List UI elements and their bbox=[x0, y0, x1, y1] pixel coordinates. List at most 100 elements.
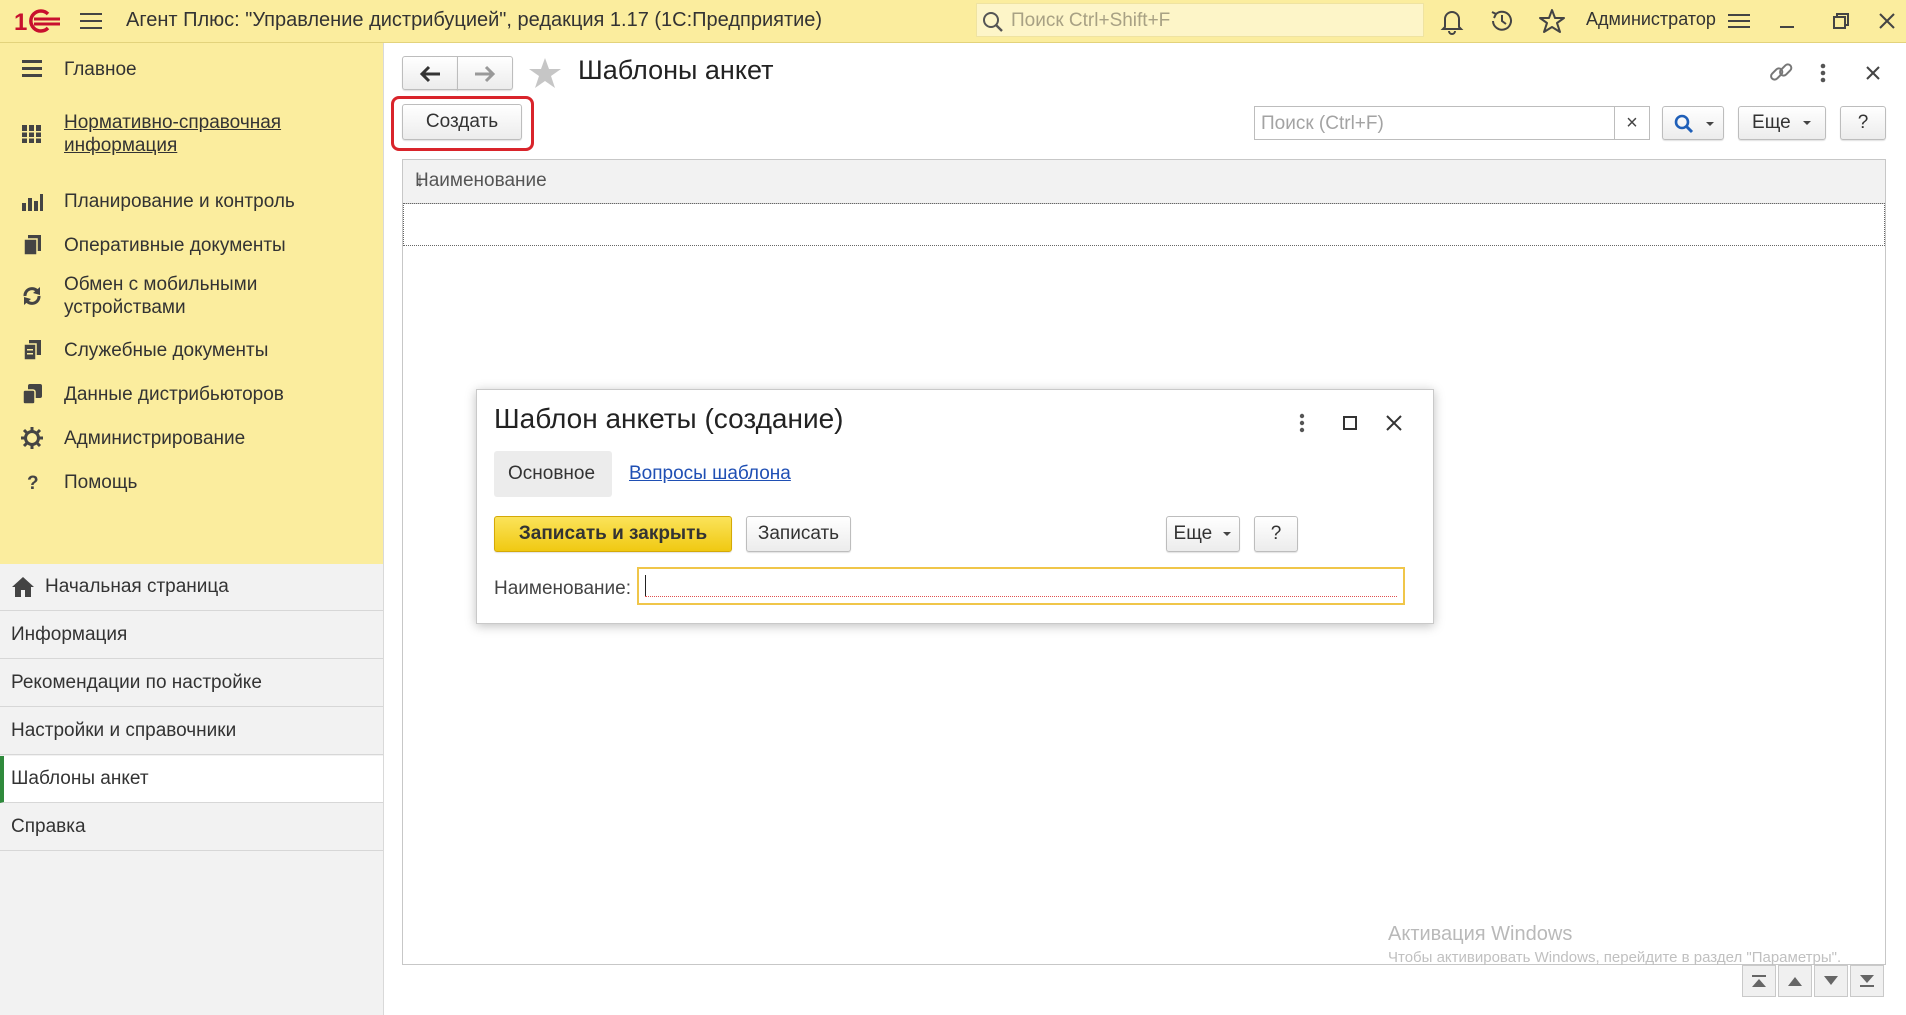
required-underline bbox=[645, 596, 1397, 597]
section-label-line2: информация bbox=[64, 135, 178, 156]
search-options-button[interactable] bbox=[1662, 106, 1724, 140]
tab-main[interactable]: Основное bbox=[494, 451, 612, 497]
home-icon bbox=[12, 577, 34, 597]
scroll-up-button[interactable] bbox=[1778, 965, 1812, 997]
nav-item-label: Начальная страница bbox=[45, 576, 229, 597]
history-icon[interactable] bbox=[1487, 6, 1517, 36]
windows-activation-text: Чтобы активировать Windows, перейдите в … bbox=[1388, 949, 1842, 966]
section-main[interactable]: Главное bbox=[0, 51, 383, 89]
scroll-down-icon bbox=[1824, 976, 1838, 985]
table-header: Наименование ↓ bbox=[403, 160, 1885, 204]
dropdown-arrow-icon bbox=[1706, 122, 1714, 126]
nav-item-label: Информация bbox=[11, 624, 128, 645]
section-distributor-data[interactable]: Данные дистрибьюторов bbox=[0, 376, 383, 414]
section-reference-info[interactable]: Нормативно-справочная информация bbox=[0, 109, 383, 159]
distributor-data-icon bbox=[22, 384, 42, 405]
link-icon[interactable] bbox=[1766, 58, 1796, 88]
minimize-icon[interactable] bbox=[1772, 6, 1802, 36]
dialog-more-icon[interactable] bbox=[1295, 410, 1309, 436]
dialog-close-icon[interactable] bbox=[1381, 410, 1407, 436]
nav-item-label: Справка bbox=[11, 816, 86, 837]
scroll-top-icon bbox=[1752, 975, 1766, 987]
section-label: Администрирование bbox=[64, 428, 246, 449]
service-docs-icon bbox=[23, 340, 41, 361]
dialog-more-button[interactable]: Еще bbox=[1166, 516, 1240, 552]
main-menu-icon[interactable] bbox=[78, 10, 104, 32]
save-button[interactable]: Записать bbox=[746, 516, 851, 552]
create-button[interactable]: Создать bbox=[402, 104, 522, 140]
nav-item-label: Рекомендации по настройке bbox=[11, 672, 262, 693]
tab-template-questions[interactable]: Вопросы шаблона bbox=[629, 463, 791, 485]
nav-item-settings-catalogs[interactable]: Настройки и справочники bbox=[0, 708, 383, 755]
dropdown-arrow-icon bbox=[1802, 120, 1811, 125]
gear-icon bbox=[21, 427, 43, 449]
section-label: Планирование и контроль bbox=[64, 191, 295, 212]
scroll-top-button[interactable] bbox=[1742, 965, 1776, 997]
section-label: Служебные документы bbox=[64, 340, 269, 361]
section-operational-docs[interactable]: Оперативные документы bbox=[0, 227, 383, 265]
section-label: Данные дистрибьюторов bbox=[64, 384, 284, 405]
question-icon: ? bbox=[27, 473, 39, 494]
sync-icon bbox=[23, 287, 41, 305]
menu-lines-icon bbox=[22, 60, 42, 77]
search-icon bbox=[983, 12, 1003, 32]
help-button[interactable]: ? bbox=[1840, 106, 1886, 140]
documents-icon bbox=[23, 235, 41, 256]
template-create-dialog: Шаблон анкеты (создание) Основное Вопрос… bbox=[476, 389, 1434, 624]
section-service-docs[interactable]: Служебные документы bbox=[0, 332, 383, 370]
section-planning[interactable]: Планирование и контроль bbox=[0, 183, 383, 221]
save-and-close-button[interactable]: Записать и закрыть bbox=[494, 516, 732, 552]
restore-window-icon[interactable] bbox=[1826, 6, 1856, 36]
close-form-icon[interactable] bbox=[1858, 58, 1888, 88]
nav-item-reference[interactable]: Справка bbox=[0, 804, 383, 851]
nav-item-information[interactable]: Информация bbox=[0, 612, 383, 659]
section-label: Главное bbox=[64, 59, 137, 80]
bell-icon[interactable] bbox=[1437, 6, 1467, 36]
list-search-input[interactable]: Поиск (Ctrl+F) × bbox=[1254, 106, 1650, 140]
text-caret bbox=[645, 575, 646, 597]
1c-logo-icon[interactable]: 1 bbox=[14, 6, 62, 36]
sort-indicator[interactable]: ↓ bbox=[415, 169, 1865, 192]
close-window-icon[interactable] bbox=[1872, 6, 1902, 36]
nav-item-survey-templates[interactable]: Шаблоны анкет bbox=[0, 756, 383, 803]
scroll-bottom-icon bbox=[1860, 975, 1874, 987]
favorite-star-icon[interactable] bbox=[527, 56, 563, 90]
favorites-star-icon[interactable] bbox=[1537, 6, 1567, 36]
back-button[interactable] bbox=[402, 56, 458, 90]
grid-book-icon bbox=[22, 125, 41, 143]
nav-item-home[interactable]: Начальная страница bbox=[0, 564, 383, 611]
page-title: Шаблоны анкет bbox=[578, 55, 774, 85]
user-name[interactable]: Администратор bbox=[1586, 9, 1716, 30]
section-label-line1: Обмен с мобильными bbox=[64, 274, 258, 295]
section-label: Оперативные документы bbox=[64, 235, 286, 256]
more-button-label: Еще bbox=[1752, 112, 1791, 133]
section-administration[interactable]: Администрирование bbox=[0, 420, 383, 458]
settings-menu-icon[interactable] bbox=[1724, 6, 1754, 36]
table-row[interactable] bbox=[403, 203, 1885, 246]
section-mobile-exchange[interactable]: Обмен с мобильными устройствами bbox=[0, 271, 383, 321]
dialog-maximize-icon[interactable] bbox=[1337, 410, 1363, 436]
svg-text:?: ? bbox=[27, 473, 39, 494]
dropdown-arrow-icon bbox=[1223, 531, 1232, 536]
section-label-line2: устройствами bbox=[64, 297, 186, 318]
name-input[interactable] bbox=[637, 567, 1405, 605]
more-actions-icon[interactable] bbox=[1816, 58, 1830, 88]
dialog-help-button[interactable]: ? bbox=[1254, 516, 1298, 552]
list-scroll-controls bbox=[1742, 965, 1886, 999]
global-search-input[interactable]: Поиск Ctrl+Shift+F bbox=[976, 3, 1424, 37]
windows-activation-title: Активация Windows bbox=[1388, 923, 1573, 945]
list-search-placeholder: Поиск (Ctrl+F) bbox=[1261, 113, 1384, 134]
arrow-right-icon bbox=[475, 65, 496, 83]
name-field-label: Наименование: bbox=[494, 578, 631, 599]
section-panel: Главное Нормативно-справочная информация… bbox=[0, 43, 383, 564]
more-button[interactable]: Еще bbox=[1738, 106, 1826, 140]
dialog-more-label: Еще bbox=[1173, 523, 1213, 544]
scroll-bottom-button[interactable] bbox=[1850, 965, 1884, 997]
search-icon bbox=[1674, 114, 1694, 134]
forward-button[interactable] bbox=[457, 56, 513, 90]
nav-item-setup-recommendations[interactable]: Рекомендации по настройке bbox=[0, 660, 383, 707]
clear-search-button[interactable]: × bbox=[1614, 107, 1649, 139]
dialog-title: Шаблон анкеты (создание) bbox=[494, 403, 844, 434]
scroll-down-button[interactable] bbox=[1814, 965, 1848, 997]
section-help[interactable]: ? Помощь bbox=[0, 464, 383, 502]
